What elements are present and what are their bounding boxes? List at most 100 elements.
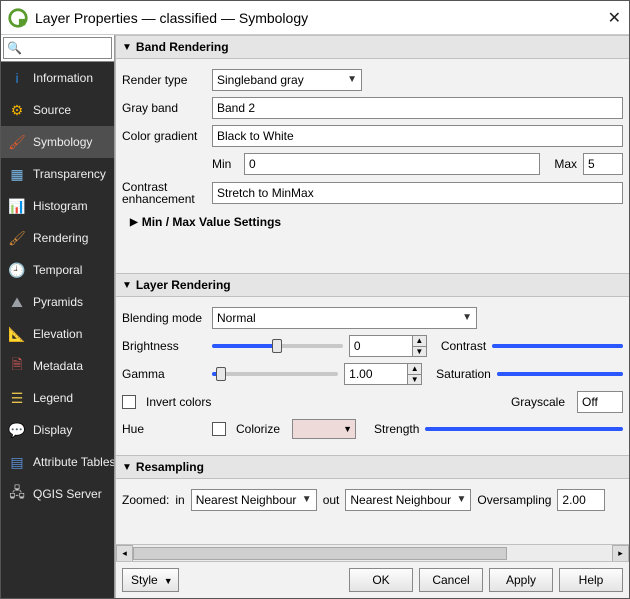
cancel-button[interactable]: Cancel [419, 568, 483, 592]
minmax-settings-expander[interactable]: ▶ Min / Max Value Settings [122, 211, 623, 231]
sidebar-item-source[interactable]: ⚙ Source [1, 94, 114, 126]
section-resampling[interactable]: ▼ Resampling [116, 455, 629, 479]
horizontal-scrollbar[interactable]: ◂ ▸ [116, 544, 629, 561]
sidebar-item-label: QGIS Server [33, 487, 102, 501]
sidebar-item-pyramids[interactable]: ⛰Pyramids [1, 286, 114, 318]
scroll-track[interactable] [133, 546, 612, 561]
sidebar-item-label: Pyramids [33, 295, 83, 309]
spin-down[interactable]: ▼ [408, 375, 421, 385]
sidebar-item-label: Metadata [33, 359, 83, 373]
gamma-spin[interactable]: ▲▼ [344, 363, 422, 385]
render-type-dropdown[interactable]: Singleband gray ▼ [212, 69, 362, 91]
spin-up[interactable]: ▲ [413, 336, 426, 347]
sidebar-item-rendering[interactable]: 🖌Rendering [1, 222, 114, 254]
contrast-enh-dropdown[interactable]: Stretch to MinMax [212, 182, 623, 204]
style-menu-button[interactable]: Style ▼ [122, 568, 179, 592]
temporal-icon: 🕘 [7, 260, 27, 280]
sidebar-item-attribute-tables[interactable]: ▤Attribute Tables [1, 446, 114, 478]
colorize-color-button[interactable]: ▼ [292, 419, 356, 439]
chevron-down-icon: ▼ [302, 494, 312, 505]
blending-mode-dropdown[interactable]: Normal ▼ [212, 307, 477, 329]
invert-colors-checkbox[interactable] [122, 395, 136, 409]
zoomed-label: Zoomed: [122, 493, 169, 507]
sidebar: 🔍 iInformation ⚙ Source 🖌 Symbology ▦Transpar… [1, 35, 115, 598]
zoomed-in-dropdown[interactable]: Nearest Neighbour ▼ [191, 489, 317, 511]
zoomed-in-label: in [175, 493, 184, 507]
sidebar-item-label: Source [33, 103, 71, 117]
min-input[interactable] [244, 153, 540, 175]
scroll-thumb[interactable] [133, 547, 507, 560]
color-gradient-label: Color gradient [122, 129, 206, 143]
saturation-slider[interactable] [497, 365, 623, 383]
sidebar-item-information[interactable]: iInformation [1, 62, 114, 94]
resampling-body: Zoomed: in Nearest Neighbour ▼ out Neare… [116, 479, 629, 527]
contrast-slider[interactable] [492, 337, 623, 355]
section-layer-rendering[interactable]: ▼ Layer Rendering [116, 273, 629, 297]
dialog-footer: Style ▼ OK Cancel Apply Help [116, 561, 629, 598]
sidebar-search-wrap: 🔍 [1, 35, 114, 62]
max-input[interactable] [583, 153, 623, 175]
render-type-value: Singleband gray [217, 73, 304, 87]
strength-slider[interactable] [425, 420, 623, 438]
zoomed-out-value: Nearest Neighbour [350, 493, 451, 507]
color-gradient-value: Black to White [217, 129, 294, 143]
sidebar-item-symbology[interactable]: 🖌 Symbology [1, 126, 114, 158]
oversampling-spin[interactable] [557, 489, 605, 511]
sidebar-item-metadata[interactable]: 🗎Metadata [1, 350, 114, 382]
sidebar-item-elevation[interactable]: 📐Elevation [1, 318, 114, 350]
gray-band-value: Band 2 [217, 101, 255, 115]
source-icon: ⚙ [7, 100, 27, 120]
sidebar-search-input[interactable] [3, 37, 112, 59]
zoomed-out-dropdown[interactable]: Nearest Neighbour ▼ [345, 489, 471, 511]
scroll-left-button[interactable]: ◂ [116, 545, 133, 562]
sidebar-item-qgis-server[interactable]: 🖧QGIS Server [1, 478, 114, 510]
chevron-down-icon: ▼ [164, 576, 173, 586]
close-button[interactable]: ✕ [608, 8, 621, 28]
colorize-label: Colorize [236, 422, 280, 436]
sidebar-item-transparency[interactable]: ▦Transparency [1, 158, 114, 190]
blending-mode-label: Blending mode [122, 311, 206, 325]
sidebar-item-histogram[interactable]: 📊Histogram [1, 190, 114, 222]
spin-down[interactable]: ▼ [413, 347, 426, 357]
gamma-slider[interactable] [212, 365, 338, 383]
grayscale-dropdown[interactable]: Off [577, 391, 623, 413]
sidebar-item-legend[interactable]: ☰Legend [1, 382, 114, 414]
chevron-down-icon: ▼ [122, 462, 132, 473]
sidebar-item-label: Information [33, 71, 93, 85]
sidebar-item-label: Elevation [33, 327, 82, 341]
help-button[interactable]: Help [559, 568, 623, 592]
symbology-icon: 🖌 [7, 132, 27, 152]
color-gradient-dropdown[interactable]: Black to White [212, 125, 623, 147]
strength-label: Strength [374, 422, 419, 436]
invert-colors-label: Invert colors [146, 395, 376, 409]
blending-mode-value: Normal [217, 311, 256, 325]
section-resampling-title: Resampling [136, 460, 204, 474]
chevron-down-icon: ▼ [462, 312, 472, 323]
spin-up[interactable]: ▲ [408, 364, 421, 375]
sidebar-item-label: Histogram [33, 199, 88, 213]
contrast-enh-label: Contrast enhancement [122, 181, 206, 205]
brightness-slider[interactable] [212, 337, 343, 355]
gray-band-dropdown[interactable]: Band 2 [212, 97, 623, 119]
hue-label: Hue [122, 422, 206, 436]
sidebar-item-label: Transparency [33, 167, 106, 181]
titlebar: Layer Properties — classified — Symbolog… [1, 1, 629, 35]
scroll-right-button[interactable]: ▸ [612, 545, 629, 562]
section-band-rendering[interactable]: ▼ Band Rendering [116, 35, 629, 59]
brightness-spin[interactable]: ▲▼ [349, 335, 427, 357]
section-layer-rendering-title: Layer Rendering [136, 278, 231, 292]
colorize-checkbox[interactable] [212, 422, 226, 436]
main-panel: ▼ Band Rendering Render type Singleband … [115, 35, 629, 598]
sidebar-item-label: Symbology [33, 135, 92, 149]
sidebar-item-label: Rendering [33, 231, 88, 245]
grayscale-value: Off [582, 395, 598, 409]
gray-band-label: Gray band [122, 101, 206, 115]
gamma-label: Gamma [122, 367, 206, 381]
ok-button[interactable]: OK [349, 568, 413, 592]
apply-button[interactable]: Apply [489, 568, 553, 592]
chevron-down-icon: ▼ [456, 494, 466, 505]
sidebar-item-display[interactable]: 💬Display [1, 414, 114, 446]
sidebar-item-temporal[interactable]: 🕘Temporal [1, 254, 114, 286]
chevron-right-icon: ▶ [130, 217, 138, 228]
content: ▼ Band Rendering Render type Singleband … [116, 35, 629, 527]
